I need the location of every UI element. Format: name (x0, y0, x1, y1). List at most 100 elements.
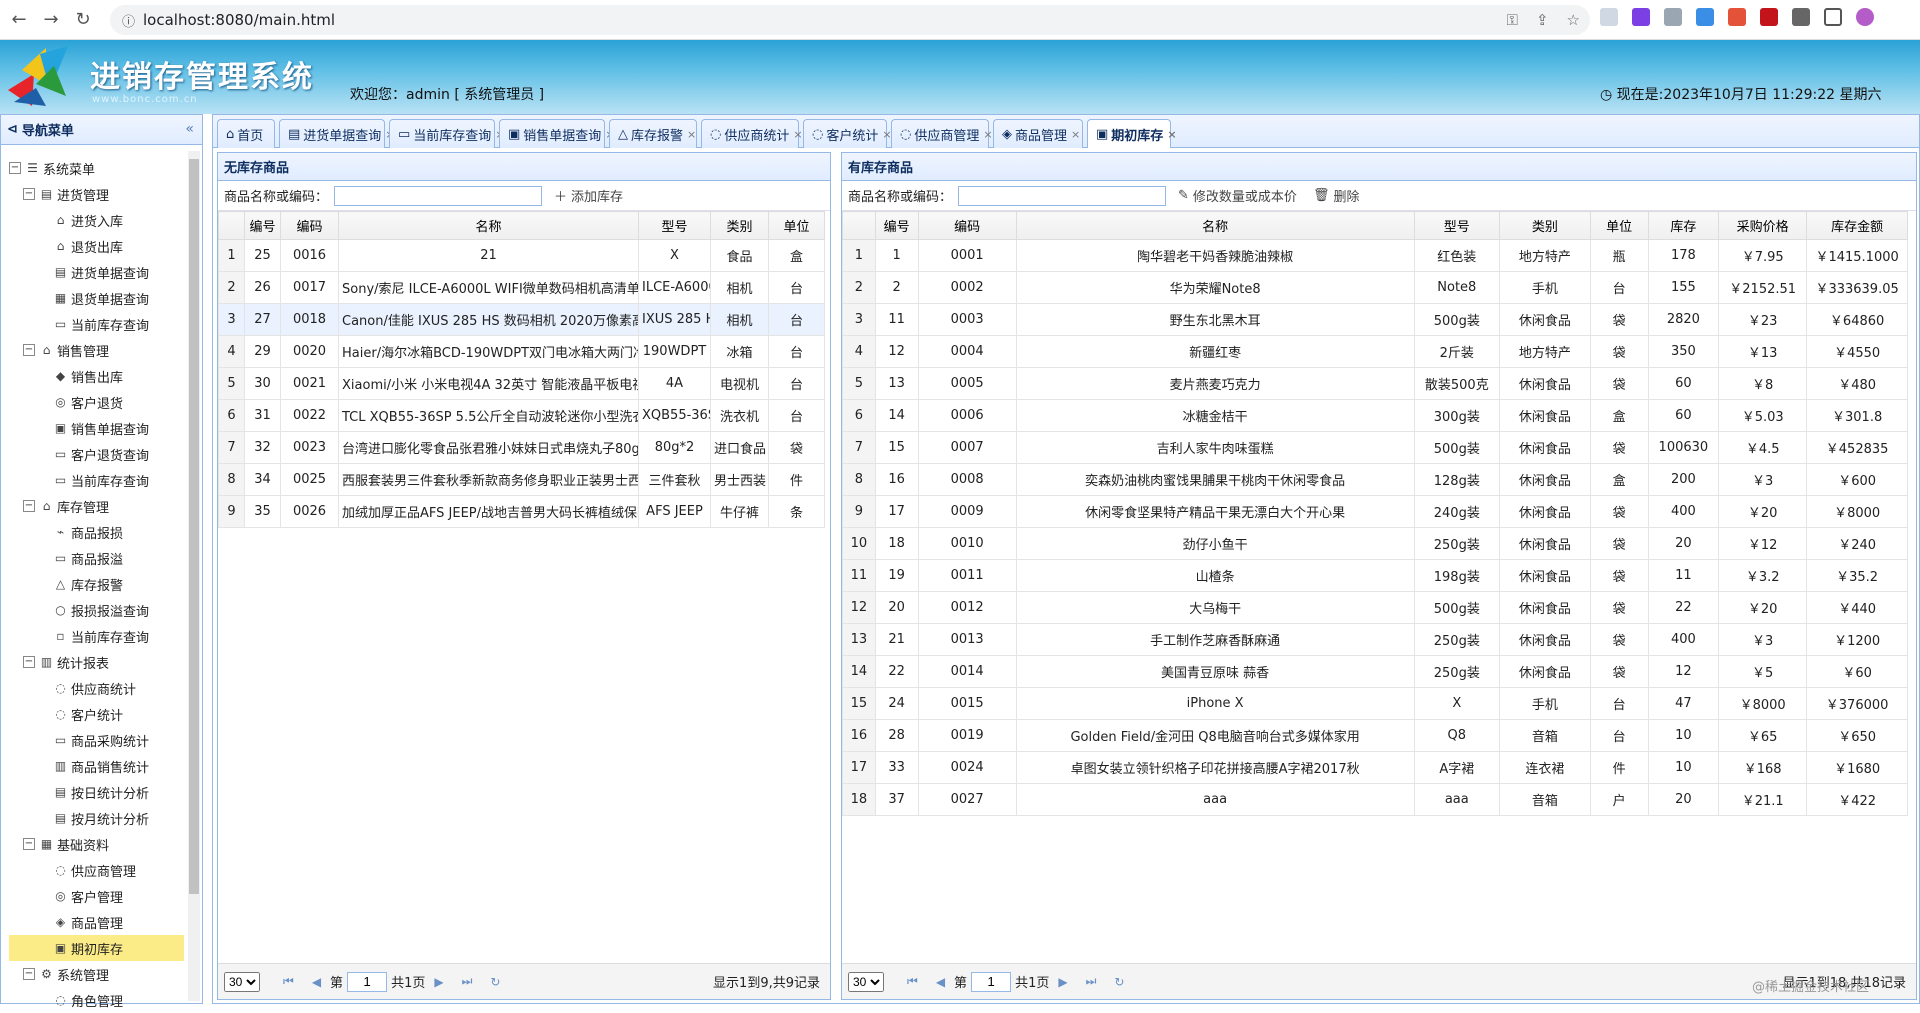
collapse-toggle-icon[interactable]: − (23, 838, 35, 850)
nav-item[interactable]: ⌂ 退货出库 (9, 233, 184, 259)
delete-button[interactable]: 🗑 删除 (1313, 186, 1360, 205)
nav-item[interactable]: ▥ 商品销售统计 (9, 753, 184, 779)
table-row[interactable]: 8340025西服套装男三件套秋季新款商务修身职业正装男士西装新郎三件套秋男士西… (218, 463, 825, 496)
nav-item[interactable]: − ▦ 基础资料 (9, 831, 184, 857)
tab[interactable]: △ 库存报警 × (609, 119, 697, 148)
nav-item[interactable]: ◌ 供应商管理 (9, 857, 184, 883)
collapse-toggle-icon[interactable]: − (23, 188, 35, 200)
table-row[interactable]: 10 18 0010 劲仔小鱼干 250g装 休闲食品袋 20 ￥12 ￥240 (842, 527, 1908, 560)
nav-item[interactable]: ◆ 销售出库 (9, 363, 184, 389)
table-row[interactable]: 11 19 0011 山楂条 198g装 休闲食品袋 11 ￥3.2 ￥35.2 (842, 559, 1908, 592)
nav-item[interactable]: ▤ 按月统计分析 (9, 805, 184, 831)
extension-icon[interactable] (1728, 8, 1746, 26)
collapse-toggle-icon[interactable]: − (9, 162, 21, 174)
nav-item[interactable]: ▦ 退货单据查询 (9, 285, 184, 311)
table-row[interactable]: 17 33 0024 卓图女装立领针织格子印花拼接高腰A字裙2017秋 A字裙 连衣裙件 1… (842, 751, 1908, 784)
tab[interactable]: ◌ 供应商统计 × (701, 119, 803, 148)
nav-item[interactable]: ◎ 客户管理 (9, 883, 184, 909)
tab[interactable]: ▣销售单据查询× (499, 119, 615, 148)
key-icon[interactable]: ⚿ (1507, 11, 1518, 29)
table-row[interactable]: 15 24 0015 iPhone X X 手机台 47 ￥8000 ￥376000 (842, 687, 1908, 720)
nav-item[interactable]: ▫ 当前库存查询 (9, 623, 184, 649)
table-row[interactable]: 4290020Haier/海尔冰箱BCD-190WDPT双门电冰箱大两门冷藏冷冻… (218, 335, 825, 368)
search-input[interactable] (334, 185, 543, 206)
collapse-toggle-icon[interactable]: − (23, 344, 35, 356)
close-icon[interactable]: × (687, 128, 696, 141)
table-row[interactable]: 5 13 0005 麦片燕麦巧克力 散装500克 休闲食品袋 60 ￥8 ￥480 (842, 367, 1908, 400)
tab[interactable]: ▤进货单据查询× (279, 119, 395, 148)
nav-item[interactable]: ⌂ 进货入库 (9, 207, 184, 233)
edit-button[interactable]: ✎ 修改数量或成本价 (1178, 186, 1297, 205)
table-row[interactable]: 5 30 0021 Xiaomi/小米 小米电视4A 32英寸 智能液晶平板电视机 4A… (218, 367, 825, 400)
nav-item[interactable]: ◈ 商品管理 (9, 909, 184, 935)
table-row[interactable]: 13 21 0013 手工制作芝麻香酥麻通 250g装 休闲食品袋 400 ￥3 ￥1200 (842, 623, 1908, 656)
extension-icon[interactable] (1760, 8, 1778, 26)
page-input[interactable] (971, 971, 1012, 992)
nav-item[interactable]: ▭ 商品报溢 (9, 545, 184, 571)
table-row[interactable]: 7 32 0023 台湾进口膨化零食品张君雅小妹妹日式串烧丸子80g*2 80g*2 进口… (218, 431, 825, 464)
table-row[interactable]: 1 1 0001 陶华碧老干妈香辣脆油辣椒 红色装 地方特产瓶 178 ￥7.95 ￥1415.… (842, 239, 1908, 272)
extension-icon[interactable] (1600, 8, 1618, 26)
last-page-icon[interactable]: ⏭ (1086, 974, 1097, 989)
next-page-icon[interactable]: ▶ (1058, 975, 1067, 989)
page-size-select[interactable]: 30 (224, 971, 260, 992)
column-header[interactable]: 名称 (1015, 211, 1415, 240)
nav-item[interactable]: ▭ 当前库存查询 (9, 467, 184, 493)
extension-icon[interactable] (1696, 8, 1714, 26)
page-size-select[interactable]: 30 (848, 971, 884, 992)
prev-page-icon[interactable]: ◀ (936, 975, 945, 989)
first-page-icon[interactable]: ⏮ (283, 974, 294, 989)
first-page-icon[interactable]: ⏮ (907, 974, 918, 989)
table-row[interactable]: 3 11 0003 野生东北黑木耳 500g装 休闲食品袋 2820 ￥23 ￥64860 (842, 303, 1908, 336)
nav-scrollbar[interactable] (188, 151, 200, 1001)
table-row[interactable]: 16 28 0019 Golden Field/金河田 Q8电脑音响台式多媒体家用 Q8… (842, 719, 1908, 752)
nav-item[interactable]: − ⌂ 销售管理 (9, 337, 184, 363)
close-icon[interactable]: × (1071, 128, 1080, 141)
nav-item[interactable]: ▤ 进货单据查询 (9, 259, 184, 285)
table-row[interactable]: 2 2 0002 华为荣耀Note8 Note8 手机台 155 ￥2152.51 ￥33363… (842, 271, 1908, 304)
column-header[interactable]: 型号 (1413, 211, 1501, 240)
nav-item[interactable]: − ⌂ 库存管理 (9, 493, 184, 519)
tab[interactable]: ▭当前库存查询× (389, 119, 505, 148)
nav-item[interactable]: ◌ 角色管理 (9, 987, 184, 1013)
table-row[interactable]: 1 25 0016 21 X 食品盒 (218, 239, 825, 272)
tab[interactable]: ◌ 供应商管理 × (891, 119, 993, 148)
forward-icon[interactable]: → (38, 7, 64, 33)
close-icon[interactable]: × (1167, 128, 1176, 141)
nav-item[interactable]: ▭ 商品采购统计 (9, 727, 184, 753)
tab[interactable]: ▣ 期初库存 × (1087, 119, 1177, 149)
table-row[interactable]: 4 12 0004 新疆红枣 2斤装 地方特产袋 350 ￥13 ￥4550 (842, 335, 1908, 368)
nav-item[interactable]: ▣ 销售单据查询 (9, 415, 184, 441)
collapse-toggle-icon[interactable]: − (23, 500, 35, 512)
nav-item[interactable]: − ⚙ 系统管理 (9, 961, 184, 987)
refresh-icon[interactable]: ↻ (490, 975, 500, 989)
collapse-toggle-icon[interactable]: − (23, 656, 35, 668)
column-header[interactable]: 编码 (280, 211, 339, 240)
column-header[interactable]: 名称 (338, 211, 639, 240)
puzzle-icon[interactable] (1792, 8, 1810, 26)
collapse-toggle-icon[interactable]: − (23, 968, 35, 980)
column-header[interactable]: 单位 (768, 211, 825, 240)
table-row[interactable]: 6 14 0006 冰糖金桔干 300g装 休闲食品盒 60 ￥5.03 ￥301.8 (842, 399, 1908, 432)
column-header[interactable]: 库存金额 (1806, 211, 1908, 240)
table-row[interactable]: 14 22 0014 美国青豆原味 蒜香 250g装 休闲食品袋 12 ￥5 ￥60 (842, 655, 1908, 688)
close-icon[interactable]: × (793, 128, 802, 141)
page-input[interactable] (347, 971, 388, 992)
column-header[interactable]: 采购价格 (1718, 211, 1808, 240)
nav-item[interactable]: − ☰ 系统菜单 (9, 155, 184, 181)
column-header[interactable]: 类别 (710, 211, 769, 240)
nav-item[interactable]: ◌ 客户统计 (9, 701, 184, 727)
table-row[interactable]: 7 15 0007 吉利人家牛肉味蛋糕 500g装 休闲食品袋 100630 ￥4.5 ￥452… (842, 431, 1908, 464)
nav-item[interactable]: ◎ 客户退货 (9, 389, 184, 415)
table-row[interactable]: 2 26 0017 Sony/索尼 ILCE-A6000L WIFI微单数码相机高清单… (218, 271, 825, 304)
table-row[interactable]: 9350026加绒加厚正品AFS JEEP/战地吉普男大码长裤植绒保暖男士AFS… (218, 495, 825, 528)
table-row[interactable]: 18 37 0027 aaa aaa 音箱户 20 ￥21.1 ￥422 (842, 783, 1908, 816)
table-row[interactable]: 3 27 0018 Canon/佳能 IXUS 285 HS 数码相机 2020万像素… (218, 303, 825, 336)
column-header[interactable]: 编号 (874, 211, 919, 240)
column-header[interactable]: 单位 (1589, 211, 1649, 240)
back-icon[interactable]: ← (6, 7, 32, 33)
nav-item[interactable]: ◌ 供应商统计 (9, 675, 184, 701)
reload-icon[interactable]: ↻ (70, 7, 96, 33)
table-row[interactable]: 8 16 0008 奕森奶油桃肉蜜饯果脯果干桃肉干休闲零食品 128g装 休闲食品盒 200… (842, 463, 1908, 496)
nav-item[interactable]: − ▤ 进货管理 (9, 181, 184, 207)
